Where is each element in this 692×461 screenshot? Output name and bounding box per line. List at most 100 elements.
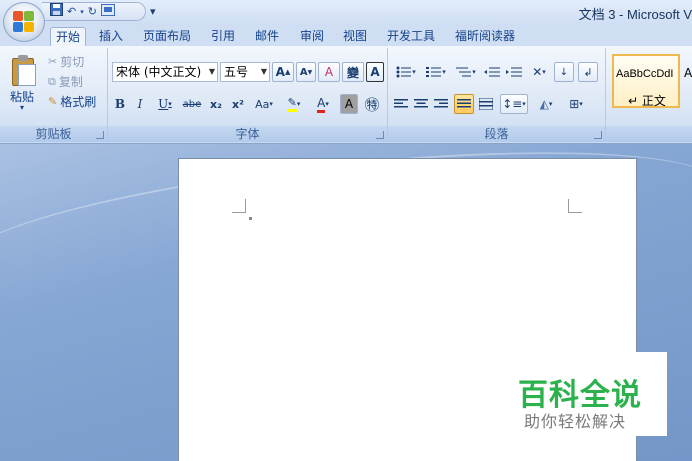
style-next-sample[interactable]: A xyxy=(684,66,692,80)
tab-home[interactable]: 开始 xyxy=(50,27,87,46)
office-logo-icon xyxy=(13,11,35,33)
bullets-button[interactable]: ▾ xyxy=(392,62,420,82)
sort-icon: ↓ xyxy=(559,66,569,78)
increase-indent-button[interactable] xyxy=(504,62,524,82)
ribbon: 粘贴 ▾ ✂ 剪切 ⧉ 复制 ✎ 格式刷 剪贴板 宋体 (中文正文) ▼ 五号 … xyxy=(0,46,692,144)
tab-insert[interactable]: 插入 xyxy=(94,27,128,46)
clipboard-group-label: 剪贴板 xyxy=(0,126,107,142)
font-group: 宋体 (中文正文) ▼ 五号 ▼ A ▲ A ▼ A 變 A B I U ▾ abe … xyxy=(108,48,388,142)
phonetic-guide-button[interactable]: 變 xyxy=(342,62,364,82)
show-marks-button[interactable]: ↲ xyxy=(578,62,598,82)
clear-format-button[interactable]: A xyxy=(318,62,340,82)
brush-icon: ✎ xyxy=(48,95,58,108)
grow-font-button[interactable]: A ▲ xyxy=(272,62,294,82)
justify-icon xyxy=(457,99,471,108)
tab-foxit-reader[interactable]: 福昕阅读器 xyxy=(450,27,520,46)
cut-label: 剪切 xyxy=(60,55,85,69)
undo-dropdown-icon[interactable]: ▾ xyxy=(80,5,84,19)
tab-mailings[interactable]: 邮件 xyxy=(250,27,284,46)
shrink-font-button[interactable]: A ▼ xyxy=(296,62,316,82)
paste-dropdown-icon[interactable]: ▾ xyxy=(20,103,24,112)
font-launcher-icon[interactable] xyxy=(376,131,384,139)
chevron-down-icon: ▼ xyxy=(208,67,215,76)
tab-view[interactable]: 视图 xyxy=(338,27,372,46)
align-right-button[interactable] xyxy=(432,94,450,114)
superscript-button[interactable]: x² xyxy=(228,94,248,114)
paragraph-group: ▾ ▾ ▾ ✕ ▾ ↓ ↲ ↕≡ ▾ ◭ ▾ ⊞ ▾ 段落 xyxy=(388,48,606,142)
save-icon[interactable] xyxy=(50,3,63,20)
distributed-button[interactable] xyxy=(476,94,496,114)
document-title: 文档 3 - Microsoft V xyxy=(578,7,692,22)
font-name-combo[interactable]: 宋体 (中文正文) ▼ xyxy=(112,62,218,82)
copy-label: 复制 xyxy=(58,75,83,89)
distributed-icon xyxy=(479,98,493,110)
style-normal-sample: AaBbCcDdI xyxy=(616,68,674,80)
numbering-icon xyxy=(426,67,442,77)
ribbon-tab-bar: 开始 插入 页面布局 引用 邮件 审阅 视图 开发工具 福昕阅读器 xyxy=(0,24,692,46)
sort-button[interactable]: ↓ xyxy=(554,62,574,82)
decrease-indent-icon xyxy=(484,67,500,77)
watermark-logo: 百科全说 助你轻松解决 xyxy=(504,352,667,436)
align-left-button[interactable] xyxy=(392,94,410,114)
margin-corner-top-left xyxy=(232,199,246,213)
paragraph-launcher-icon[interactable] xyxy=(594,131,602,139)
line-spacing-button[interactable]: ↕≡ ▾ xyxy=(500,94,528,114)
format-painter-button[interactable]: ✎ 格式刷 xyxy=(48,93,96,110)
clipboard-launcher-icon[interactable] xyxy=(96,131,104,139)
enclose-characters-button[interactable]: ㊕ xyxy=(362,94,382,114)
change-case-button[interactable]: Aa ▾ xyxy=(250,94,278,114)
border-grid-icon: ⊞ xyxy=(569,97,580,111)
highlight-button[interactable]: ✎ ▾ xyxy=(280,94,308,114)
text-cursor xyxy=(249,217,252,220)
decrease-indent-button[interactable] xyxy=(482,62,502,82)
borders-button[interactable]: ⊞ ▾ xyxy=(562,94,590,114)
quick-access-toolbar: ↶ ▾ ↻ xyxy=(42,2,146,21)
multilevel-list-icon xyxy=(456,67,472,77)
print-preview-icon[interactable] xyxy=(100,3,115,20)
paragraph-mark-icon: ↲ xyxy=(583,65,593,79)
align-center-button[interactable] xyxy=(412,94,430,114)
style-normal-name: ↵ 正文 xyxy=(628,94,666,108)
italic-button[interactable]: I xyxy=(132,94,148,114)
highlighter-icon: ✎ xyxy=(287,96,297,112)
clipboard-group: 粘贴 ▾ ✂ 剪切 ⧉ 复制 ✎ 格式刷 剪贴板 xyxy=(0,48,108,142)
undo-icon[interactable]: ↶ xyxy=(67,5,76,19)
font-group-label: 字体 xyxy=(108,126,387,142)
bold-button[interactable]: B xyxy=(112,94,128,114)
font-color-button[interactable]: A ▾ xyxy=(310,94,336,114)
title-bar: ↶ ▾ ↻ ▾ 文档 3 - Microsoft V xyxy=(0,0,692,24)
copy-icon: ⧉ xyxy=(48,74,56,88)
tab-page-layout[interactable]: 页面布局 xyxy=(138,27,196,46)
paint-bucket-icon: ◭ xyxy=(539,97,549,111)
paste-icon[interactable] xyxy=(10,54,38,88)
style-normal[interactable]: AaBbCcDdI ↵ 正文 xyxy=(612,54,680,108)
bullets-icon xyxy=(396,66,412,78)
underline-button[interactable]: U ▾ xyxy=(154,94,176,114)
tab-review[interactable]: 审阅 xyxy=(295,27,329,46)
watermark-subtitle: 助你轻松解决 xyxy=(524,412,627,431)
tab-references[interactable]: 引用 xyxy=(206,27,240,46)
justify-button[interactable] xyxy=(454,94,474,114)
chinese-layout-button[interactable]: ✕ ▾ xyxy=(526,62,552,82)
align-right-icon xyxy=(434,99,448,108)
multilevel-list-button[interactable]: ▾ xyxy=(452,62,480,82)
copy-button[interactable]: ⧉ 复制 xyxy=(48,73,83,90)
subscript-button[interactable]: x₂ xyxy=(206,94,226,114)
character-border-button[interactable]: A xyxy=(366,62,384,82)
chinese-layout-icon: ✕ xyxy=(532,65,543,79)
tab-developer[interactable]: 开发工具 xyxy=(382,27,440,46)
customize-qat-icon[interactable]: ▾ xyxy=(150,5,156,18)
line-spacing-icon: ↕≡ xyxy=(502,97,523,111)
font-name-value: 宋体 (中文正文) xyxy=(116,65,202,79)
numbering-button[interactable]: ▾ xyxy=(422,62,450,82)
character-shading-button[interactable]: A xyxy=(340,94,358,114)
shading-button[interactable]: ◭ ▾ xyxy=(532,94,560,114)
align-center-icon xyxy=(414,99,428,108)
format-painter-label: 格式刷 xyxy=(60,95,97,109)
strikethrough-button[interactable]: abe xyxy=(180,94,204,114)
cut-button[interactable]: ✂ 剪切 xyxy=(48,53,84,70)
redo-icon[interactable]: ↻ xyxy=(88,5,97,19)
office-button[interactable] xyxy=(3,2,45,42)
margin-corner-top-right xyxy=(568,199,582,213)
font-size-combo[interactable]: 五号 ▼ xyxy=(220,62,270,82)
